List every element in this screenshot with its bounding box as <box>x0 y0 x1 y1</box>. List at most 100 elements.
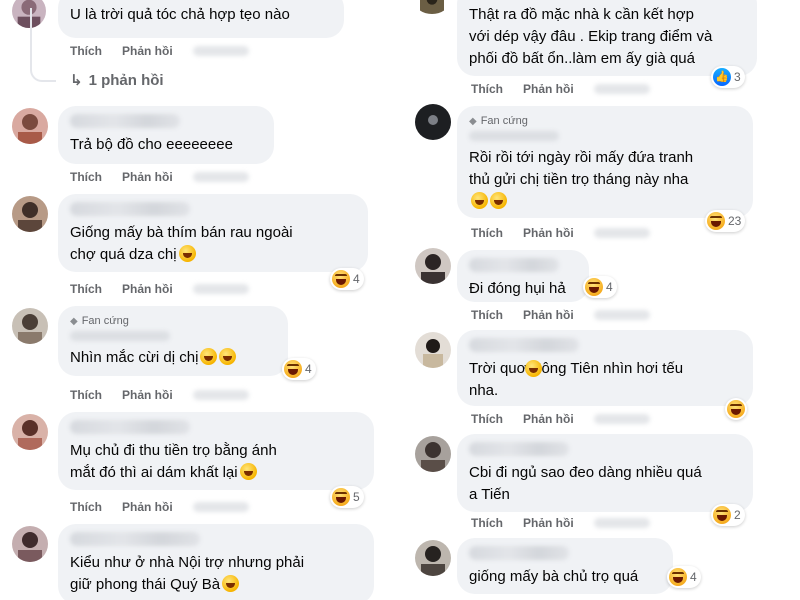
comment-item: Trả bộ đồ cho eeeeeeee Thích Phản hồi <box>0 106 400 196</box>
avatar[interactable] <box>415 0 449 14</box>
avatar[interactable] <box>415 104 451 140</box>
comment-item: Mụ chủ đi thu tiền trọ bằng ánh mắt đó t… <box>0 412 400 520</box>
comment-bubble: ◆ Fan cứng Rồi rồi tới ngày rồi mấy đứa … <box>457 106 753 218</box>
reaction-summary[interactable]: 👍 3 <box>711 66 745 88</box>
reply-button[interactable]: Phản hồi <box>122 282 173 296</box>
reply-button[interactable]: Phản hồi <box>122 170 173 184</box>
reaction-count: 2 <box>734 508 741 522</box>
reply-arrow-icon: ↳ <box>70 72 83 89</box>
avatar[interactable] <box>12 108 48 144</box>
comment-item: Thật ra đồ mặc nhà k cần kết hợp với dép… <box>405 0 800 98</box>
comment-bubble: U là trời quả tóc chả hợp tẹo nào <box>58 0 344 38</box>
timestamp-blurred <box>192 172 249 182</box>
timestamp-blurred <box>593 84 650 94</box>
haha-reaction-icon <box>707 212 725 230</box>
comment-text: Rồi rồi tới ngày rồi mấy đứa tranh thủ g… <box>469 147 741 213</box>
like-button[interactable]: Thích <box>471 308 503 322</box>
author-name-blurred[interactable] <box>469 258 559 272</box>
author-name-blurred[interactable] <box>469 131 559 141</box>
comment-actions: Thích Phản hồi <box>471 412 650 426</box>
reaction-summary[interactable]: 4 <box>330 268 364 290</box>
like-button[interactable]: Thích <box>471 412 503 426</box>
author-name-blurred[interactable] <box>70 420 190 434</box>
haha-reaction-icon <box>332 270 350 288</box>
like-button[interactable]: Thích <box>70 44 102 58</box>
comment-text: U là trời quả tóc chả hợp tẹo nào <box>70 6 290 23</box>
comment-bubble: Trả bộ đồ cho eeeeeeee <box>58 106 274 164</box>
reaction-summary[interactable]: 4 <box>282 358 316 380</box>
reaction-count: 3 <box>734 70 741 84</box>
fan-badge-label: Fan cứng <box>480 115 528 127</box>
reaction-count: 4 <box>305 362 312 376</box>
comment-actions: Thích Phản hồi <box>70 44 249 58</box>
avatar[interactable] <box>12 308 48 344</box>
comment-bubble: Kiểu như ở nhà Nội trợ nhưng phải giữ ph… <box>58 524 374 600</box>
reply-button[interactable]: Phản hồi <box>523 308 574 322</box>
comment-text: Trời quơ Nông Tiên nhìn hơi tếu nha. <box>469 360 684 399</box>
rofl-emoji-icon <box>525 360 542 377</box>
reply-button[interactable]: Phản hồi <box>122 500 173 514</box>
avatar[interactable] <box>415 540 451 576</box>
reaction-summary[interactable]: 23 <box>705 210 746 232</box>
view-replies-link[interactable]: ↳ 1 phản hồi <box>70 71 164 90</box>
author-name-blurred[interactable] <box>70 532 200 546</box>
comment-text: Thật ra đồ mặc nhà k cần kết hợp với dép… <box>469 6 713 67</box>
comment-actions: Thích Phản hồi <box>471 308 650 322</box>
reaction-summary[interactable]: 4 <box>583 276 617 298</box>
avatar[interactable] <box>12 414 48 450</box>
avatar[interactable] <box>415 436 451 472</box>
like-button[interactable]: Thích <box>471 82 503 96</box>
author-name-blurred[interactable] <box>70 202 190 216</box>
author-name-blurred[interactable] <box>469 442 569 456</box>
author-name-blurred[interactable] <box>70 114 180 128</box>
reply-button[interactable]: Phản hồi <box>122 44 173 58</box>
timestamp-blurred <box>593 518 650 528</box>
comment-text: giống mấy bà chủ trọ quá <box>469 568 639 585</box>
comment-bubble: Thật ra đồ mặc nhà k cần kết hợp với dép… <box>457 0 757 76</box>
author-name-blurred[interactable] <box>70 331 170 341</box>
reaction-summary[interactable]: 2 <box>711 504 745 526</box>
like-button[interactable]: Thích <box>70 388 102 402</box>
like-button[interactable]: Thích <box>471 516 503 530</box>
like-button[interactable]: Thích <box>70 170 102 184</box>
like-button[interactable]: Thích <box>70 282 102 296</box>
rofl-emoji-icon <box>471 192 488 209</box>
author-name-blurred[interactable] <box>469 546 569 560</box>
comment-bubble: Giống mấy bà thím bán rau ngoài chợ quá … <box>58 194 368 272</box>
comments-column-right: Thật ra đồ mặc nhà k cần kết hợp với dép… <box>405 0 800 600</box>
avatar[interactable] <box>12 196 48 232</box>
grin-emoji-icon <box>178 245 196 262</box>
timestamp-blurred <box>192 46 249 56</box>
comment-item: U là trời quả tóc chả hợp tẹo nào Thích … <box>0 0 400 90</box>
laugh-emoji-icon <box>222 575 240 592</box>
timestamp-blurred <box>192 390 249 400</box>
reply-button[interactable]: Phản hồi <box>523 516 574 530</box>
reaction-count: 5 <box>353 490 360 504</box>
comment-item: Giống mấy bà thím bán rau ngoài chợ quá … <box>0 194 400 304</box>
avatar[interactable] <box>415 248 451 284</box>
diamond-icon: ◆ <box>469 115 477 127</box>
comment-bubble: giống mấy bà chủ trọ quá <box>457 538 673 594</box>
comment-bubble: ◆ Fan cứng Nhìn mắc cừi dị chị <box>58 306 288 376</box>
haha-reaction-icon <box>669 568 687 586</box>
comment-actions: Thích Phản hồi <box>471 516 650 530</box>
reaction-summary[interactable]: 4 <box>667 566 701 588</box>
reaction-summary[interactable]: 5 <box>330 486 364 508</box>
diamond-icon: ◆ <box>70 315 78 327</box>
reaction-summary[interactable] <box>725 398 747 420</box>
comment-actions: Thích Phản hồi <box>471 226 650 240</box>
avatar[interactable] <box>415 332 451 368</box>
reaction-count: 4 <box>353 272 360 286</box>
reply-button[interactable]: Phản hồi <box>523 82 574 96</box>
avatar[interactable] <box>12 526 48 562</box>
author-name-blurred[interactable] <box>469 338 579 352</box>
timestamp-blurred <box>593 228 650 238</box>
haha-reaction-icon <box>585 278 603 296</box>
reply-button[interactable]: Phản hồi <box>523 412 574 426</box>
like-button[interactable]: Thích <box>471 226 503 240</box>
reply-button[interactable]: Phản hồi <box>122 388 173 402</box>
timestamp-blurred <box>192 284 249 294</box>
reply-button[interactable]: Phản hồi <box>523 226 574 240</box>
haha-reaction-icon <box>332 488 350 506</box>
like-button[interactable]: Thích <box>70 500 102 514</box>
